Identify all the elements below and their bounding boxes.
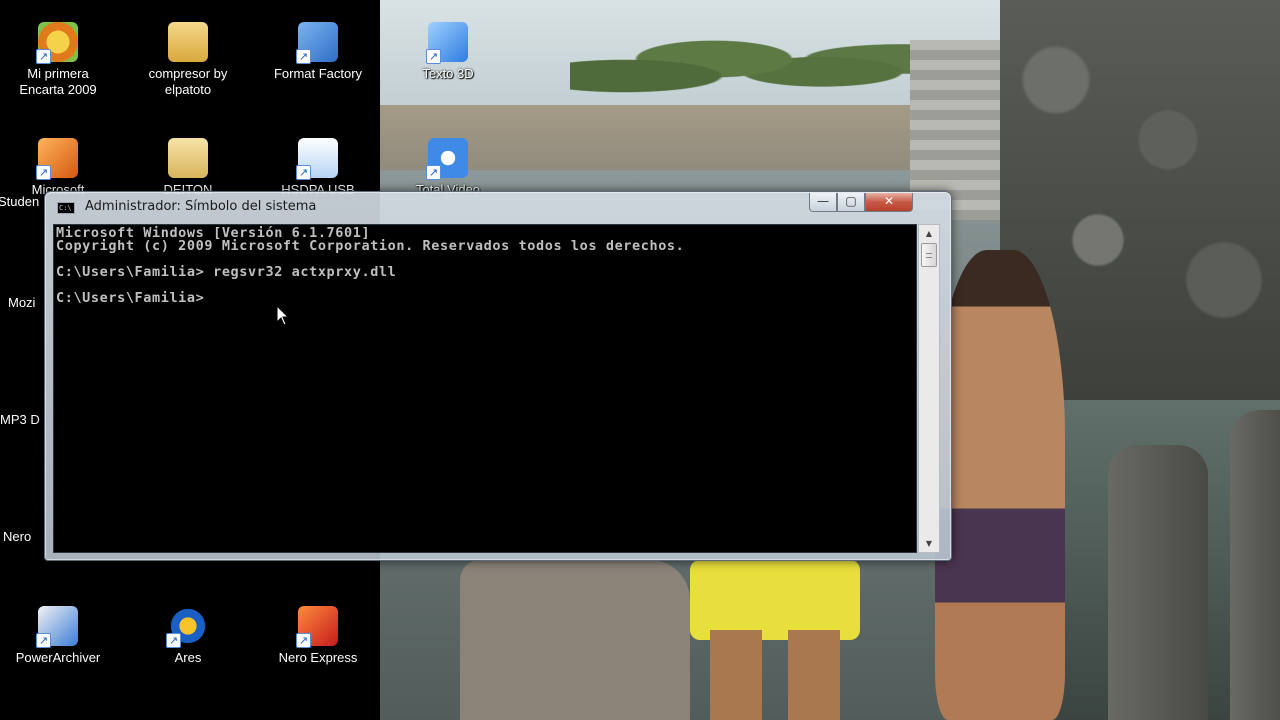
desktop-icon-label: Studen xyxy=(0,194,40,209)
shortcut-arrow-icon: ↗ xyxy=(36,165,51,180)
wallpaper-stone-post xyxy=(1230,410,1280,720)
maximize-button[interactable]: ▢ xyxy=(837,193,865,212)
shortcut-arrow-icon: ↗ xyxy=(36,633,51,648)
desktop-icon-encarta[interactable]: ↗ Mi primera Encarta 2009 xyxy=(0,22,116,98)
scroll-down-arrow-icon[interactable]: ▼ xyxy=(919,535,939,552)
scrollbar-thumb[interactable] xyxy=(921,243,937,267)
texto-3d-icon: ↗ xyxy=(426,22,468,64)
wallpaper-trees xyxy=(570,25,930,110)
encarta-icon: ↗ xyxy=(36,22,78,64)
close-button[interactable]: ✕ xyxy=(865,193,913,212)
desktop-icon-label: Texto 3D xyxy=(422,66,474,81)
desktop-icon-texto-3d[interactable]: ↗ Texto 3D xyxy=(390,22,506,82)
desktop-icon-label: Format Factory xyxy=(273,66,363,81)
desktop-icon-microsoft-student[interactable]: ↗ Microsoft Studen xyxy=(0,138,116,209)
shortcut-arrow-icon: ↗ xyxy=(296,49,311,64)
desktop-icon-partial-label[interactable]: Nero xyxy=(3,529,31,545)
wallpaper-person-legs xyxy=(710,630,840,720)
window-title: Administrador: Símbolo del sistema xyxy=(85,199,317,214)
folder-icon xyxy=(168,138,208,178)
desktop-icon-label: PowerArchiver xyxy=(15,650,101,665)
desktop-icon-label: Encarta 2009 xyxy=(19,82,97,97)
desktop-icon-label: Nero Express xyxy=(278,650,358,665)
folder-icon xyxy=(168,22,208,62)
grip-icon xyxy=(926,253,932,258)
wallpaper-rock xyxy=(460,560,690,720)
command-prompt-icon[interactable]: C:\ xyxy=(57,202,75,214)
nero-express-icon: ↗ xyxy=(296,606,338,648)
desktop-icon-partial-label[interactable]: Mozi xyxy=(8,295,35,311)
shortcut-arrow-icon: ↗ xyxy=(296,165,311,180)
shortcut-arrow-icon: ↗ xyxy=(296,633,311,648)
desktop-icon-partial-label[interactable]: MP3 D xyxy=(0,412,40,428)
wallpaper-person-yellow-shorts xyxy=(690,560,860,640)
shortcut-arrow-icon: ↗ xyxy=(36,49,51,64)
shortcut-arrow-icon: ↗ xyxy=(426,49,441,64)
desktop-icon-compresor[interactable]: compresor by elpatoto xyxy=(130,22,246,98)
total-video-icon: ↗ xyxy=(426,138,468,180)
shortcut-arrow-icon: ↗ xyxy=(426,165,441,180)
powerarchiver-icon: ↗ xyxy=(36,606,78,648)
desktop-icon-total-video[interactable]: ↗ Total Video xyxy=(390,138,506,198)
window-titlebar[interactable]: C:\ Administrador: Símbolo del sistema —… xyxy=(45,192,951,222)
desktop-icon-powerarchiver[interactable]: ↗ PowerArchiver xyxy=(0,606,116,666)
shortcut-arrow-icon: ↗ xyxy=(166,633,181,648)
desktop-icon-format-factory[interactable]: ↗ Format Factory xyxy=(260,22,376,82)
wallpaper-stone-post xyxy=(1108,445,1208,720)
desktop-icon-label: elpatoto xyxy=(164,82,212,97)
ares-icon: ↗ xyxy=(166,606,208,648)
desktop-icon-label: compresor by xyxy=(148,66,228,81)
wallpaper-person xyxy=(935,250,1065,720)
mouse-pointer-icon xyxy=(276,305,290,326)
desktop-icon-ares[interactable]: ↗ Ares xyxy=(130,606,246,666)
microsoft-office-icon: ↗ xyxy=(36,138,78,180)
format-factory-icon: ↗ xyxy=(296,22,338,64)
desktop-icon-label: Ares xyxy=(174,650,202,665)
console-line: C:\Users\Familia> regsvr32 actxprxy.dll xyxy=(56,264,397,280)
minimize-button[interactable]: — xyxy=(809,193,837,212)
console-output[interactable]: Microsoft Windows [Versión 6.1.7601] Cop… xyxy=(53,224,917,553)
console-line: Copyright (c) 2009 Microsoft Corporation… xyxy=(56,238,685,254)
desktop-icon-deiton[interactable]: DEITON xyxy=(130,138,246,198)
hsdpa-usb-icon: ↗ xyxy=(296,138,338,180)
desktop-icon-nero-express[interactable]: ↗ Nero Express xyxy=(260,606,376,666)
desktop-icon-label: Mi primera xyxy=(27,66,89,81)
console-prompt-line[interactable]: C:\Users\Familia> xyxy=(56,291,916,305)
vertical-scrollbar[interactable]: ▲ ▼ xyxy=(918,224,940,553)
command-prompt-window[interactable]: C:\ Administrador: Símbolo del sistema —… xyxy=(44,191,952,561)
desktop-icon-hsdpa-usb[interactable]: ↗ HSDPA USB xyxy=(260,138,376,198)
scroll-up-arrow-icon[interactable]: ▲ xyxy=(919,225,939,242)
